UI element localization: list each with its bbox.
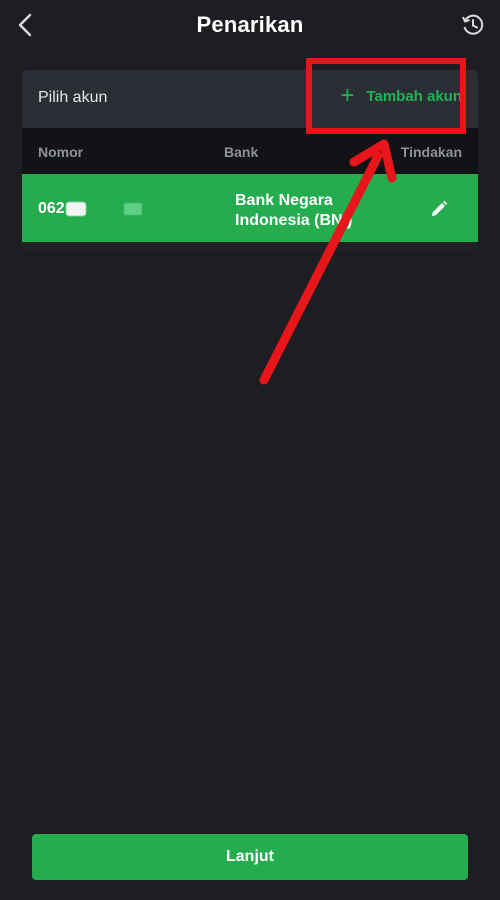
account-number-text: 062	[38, 200, 65, 217]
column-header-bank: Bank	[224, 144, 259, 160]
page-title: Penarikan	[196, 12, 304, 37]
select-account-label: Pilih akun	[38, 89, 108, 106]
continue-button[interactable]: Lanjut	[32, 834, 468, 880]
account-card: Pilih akun + Tambah akun Nomor Bank Tind…	[22, 70, 478, 250]
bank-name: Bank Negara Indonesia (BNI)	[235, 191, 352, 231]
pencil-icon	[432, 200, 448, 216]
redaction-mask	[65, 202, 86, 216]
header-bar: Penarikan	[0, 0, 500, 54]
history-icon	[462, 14, 484, 35]
continue-label: Lanjut	[226, 848, 274, 865]
row-divider	[22, 242, 478, 250]
redaction-mask	[123, 203, 142, 215]
add-account-button[interactable]: + Tambah akun	[340, 82, 462, 109]
table-header: Nomor Bank Tindakan	[22, 128, 478, 174]
column-header-action: Tindakan	[400, 144, 462, 160]
account-row[interactable]: 062 Bank Negara Indonesia (BNI)	[22, 174, 478, 242]
column-header-number: Nomor	[38, 144, 84, 160]
history-button[interactable]	[458, 10, 488, 40]
bank-name-line: Bank Negara	[235, 192, 333, 209]
card-header: Pilih akun + Tambah akun	[22, 70, 478, 128]
account-number: 062	[38, 200, 142, 218]
add-account-label: Tambah akun	[366, 87, 462, 105]
bank-name-line: Indonesia (BNI)	[235, 212, 353, 229]
edit-account-button[interactable]	[428, 198, 450, 220]
plus-icon: +	[340, 82, 355, 109]
